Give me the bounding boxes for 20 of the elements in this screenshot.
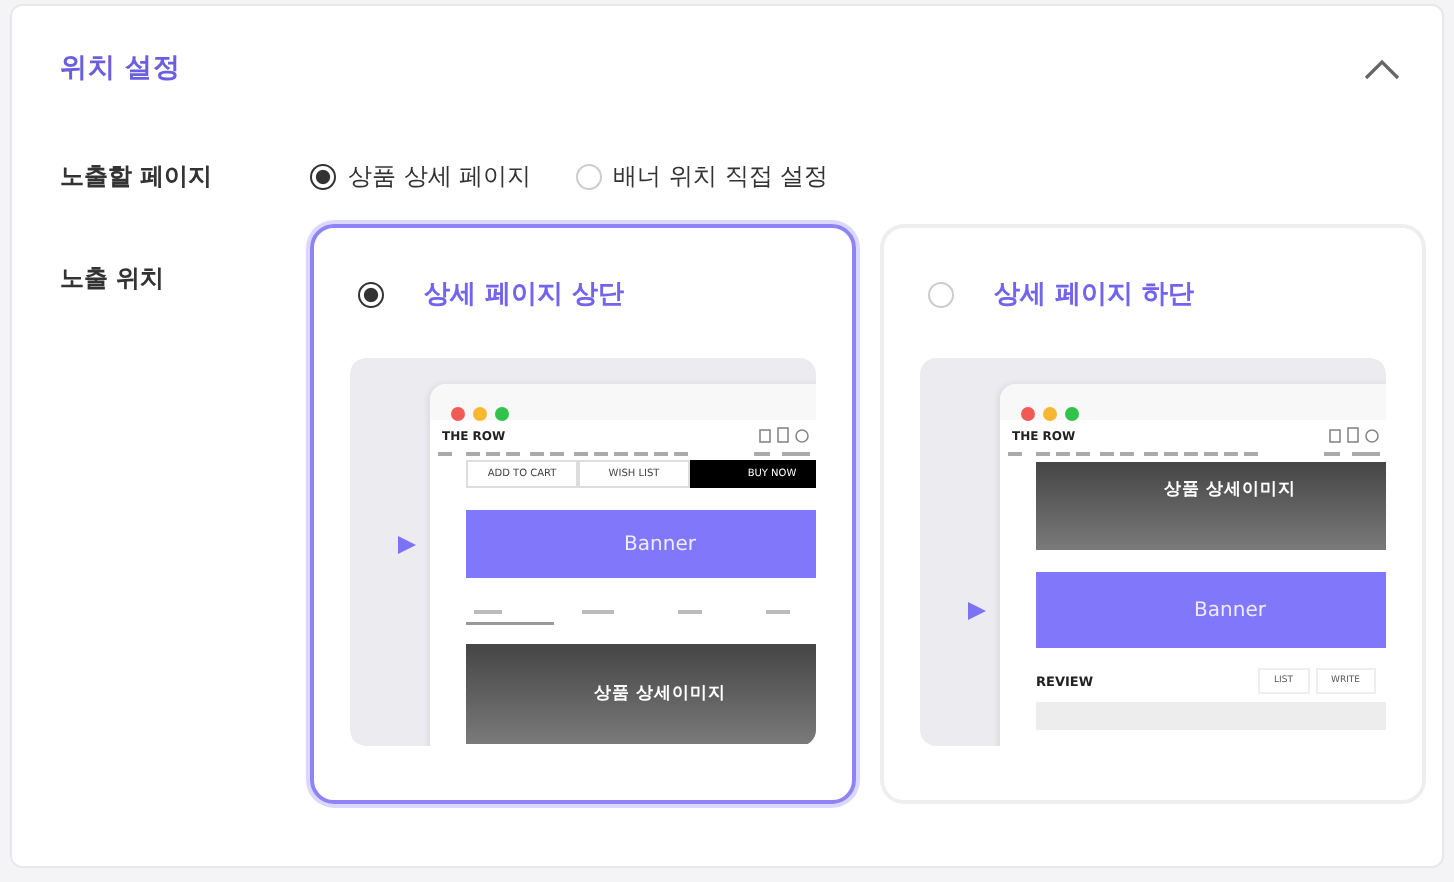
header-icons-icon (758, 426, 810, 446)
window-dots-icon (450, 406, 514, 422)
radio-option[interactable]: 상품 상세 페이지 (310, 160, 532, 194)
chevron-icon[interactable] (1362, 56, 1402, 80)
header-icons-icon (1328, 426, 1380, 446)
banner-block: Banner (1036, 572, 1386, 648)
window-dots-icon (1020, 406, 1084, 422)
field-label: 노출 위치 (60, 262, 167, 296)
radio-icon[interactable] (358, 281, 384, 307)
pointer-triangle-icon (968, 601, 986, 619)
field-label: 노출할 페이지 (60, 160, 215, 194)
option-title: 상세 페이지 상단 (424, 278, 625, 312)
option-title: 상세 페이지 하단 (994, 278, 1195, 312)
banner-block: Banner (466, 510, 816, 578)
detail-image-block: 상품 상세이미지 (1036, 462, 1386, 550)
pointer-triangle-icon (398, 535, 416, 553)
section-title: 위치 설정 (60, 50, 182, 86)
radio-option[interactable]: 배너 위치 직접 설정 (575, 160, 829, 194)
detail-image-block: 상품 상세이미지 (466, 644, 816, 744)
radio-icon[interactable] (310, 164, 336, 190)
